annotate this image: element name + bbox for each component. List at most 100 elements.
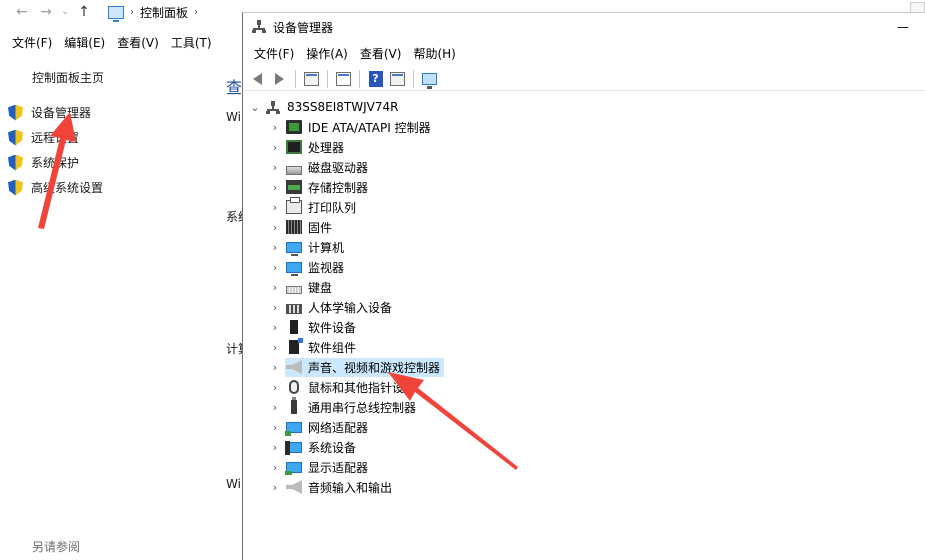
chevron-right-icon[interactable]: › bbox=[270, 261, 280, 274]
disk-drive-icon bbox=[286, 165, 302, 175]
firmware-icon bbox=[286, 220, 302, 234]
sidebar-item-device-manager[interactable]: 设备管理器 bbox=[8, 104, 91, 121]
chevron-right-icon[interactable]: › bbox=[270, 381, 280, 394]
system-device-icon bbox=[285, 440, 302, 455]
sidebar-item-remote-settings[interactable]: 远程设置 bbox=[8, 129, 79, 146]
tree-category-item[interactable]: › 软件组件 bbox=[270, 337, 358, 357]
ide-controller-icon bbox=[286, 120, 302, 134]
tree-category-item[interactable]: › 声音、视频和游戏控制器 bbox=[270, 357, 442, 377]
menu-file[interactable]: 文件(F) bbox=[243, 45, 300, 62]
chevron-right-icon[interactable]: › bbox=[270, 481, 280, 494]
menu-action[interactable]: 操作(A) bbox=[300, 45, 354, 62]
tree-category-item[interactable]: › 网络适配器 bbox=[270, 417, 370, 437]
chevron-right-icon[interactable]: › bbox=[270, 361, 280, 374]
tree-category-item[interactable]: › 人体学输入设备 bbox=[270, 297, 394, 317]
computer-icon bbox=[286, 241, 302, 256]
chevron-right-icon[interactable]: › bbox=[270, 401, 280, 414]
menu-view[interactable]: 查看(V) bbox=[354, 45, 408, 62]
section-label: Wi bbox=[226, 110, 241, 124]
tree-category-label: 固件 bbox=[308, 220, 333, 235]
tree-category-item[interactable]: › 计算机 bbox=[270, 237, 346, 257]
sidebar-item-label: 高级系统设置 bbox=[31, 181, 104, 195]
sidebar-item-system-protection[interactable]: 系统保护 bbox=[8, 154, 79, 171]
tree-category-item[interactable]: › 打印队列 bbox=[270, 197, 358, 217]
up-button[interactable]: ↑ bbox=[72, 0, 96, 24]
chevron-down-icon[interactable]: ⌄ bbox=[250, 101, 260, 114]
menu-tools[interactable]: 工具(T) bbox=[165, 34, 218, 51]
chevron-right-icon: › bbox=[194, 6, 199, 18]
tree-category-label: 通用串行总线控制器 bbox=[308, 400, 417, 415]
title-bar[interactable]: 设备管理器 — bbox=[243, 13, 925, 41]
shield-icon bbox=[8, 180, 23, 196]
tree-category-label: 软件组件 bbox=[308, 340, 357, 355]
scan-hardware-icon[interactable] bbox=[420, 69, 439, 89]
chevron-right-icon[interactable]: › bbox=[270, 241, 280, 254]
chevron-right-icon[interactable]: › bbox=[270, 341, 280, 354]
storage-controller-icon bbox=[286, 180, 302, 194]
tree-root-label: 83SS8EI8TWJV74R bbox=[287, 100, 399, 114]
page-title: 查 bbox=[226, 78, 243, 97]
view-icon[interactable] bbox=[388, 69, 407, 88]
chevron-right-icon[interactable]: › bbox=[270, 441, 280, 454]
chevron-right-icon[interactable]: › bbox=[270, 221, 280, 234]
tree-category-item[interactable]: › 鼠标和其他指针设备 bbox=[270, 377, 418, 397]
menu-help[interactable]: 帮助(H) bbox=[407, 45, 461, 62]
chevron-right-icon[interactable]: › bbox=[270, 461, 280, 474]
tree-category-label: 存储控制器 bbox=[308, 180, 369, 195]
tree-category-item[interactable]: › 处理器 bbox=[270, 137, 346, 157]
usb-icon bbox=[291, 397, 297, 414]
chevron-right-icon[interactable]: › bbox=[270, 201, 280, 214]
forward-icon[interactable] bbox=[270, 69, 289, 88]
tree-category-label: 鼠标和其他指针设备 bbox=[308, 380, 417, 395]
tree-category-item[interactable]: › 键盘 bbox=[270, 277, 334, 297]
chevron-right-icon[interactable]: › bbox=[270, 301, 280, 314]
tree-category-label: 音频输入和输出 bbox=[308, 480, 393, 495]
tree-root[interactable]: ⌄ 83SS8EI8TWJV74R bbox=[250, 97, 400, 117]
tree-category-label: 计算机 bbox=[308, 240, 345, 255]
help-icon[interactable]: ? bbox=[366, 69, 385, 88]
sidebar-item-label: 设备管理器 bbox=[31, 106, 92, 120]
tree-category-label: 打印队列 bbox=[308, 200, 357, 215]
minimize-button[interactable]: — bbox=[896, 13, 910, 41]
chevron-right-icon[interactable]: › bbox=[270, 121, 280, 134]
toolbar-divider bbox=[295, 69, 296, 88]
tree-category-item[interactable]: › 通用串行总线控制器 bbox=[270, 397, 418, 417]
computer-icon bbox=[108, 5, 124, 22]
toolbar-divider bbox=[359, 69, 360, 88]
breadcrumb[interactable]: › 控制面板 › bbox=[108, 1, 248, 23]
tree-category-item[interactable]: › 软件设备 bbox=[270, 317, 358, 337]
chevron-right-icon[interactable]: › bbox=[270, 161, 280, 174]
sound-icon bbox=[286, 360, 302, 374]
control-panel-home-link[interactable]: 控制面板主页 bbox=[32, 69, 104, 86]
chevron-right-icon[interactable]: › bbox=[270, 421, 280, 434]
tree-category-item[interactable]: › 音频输入和输出 bbox=[270, 477, 394, 497]
software-component-icon bbox=[289, 338, 303, 354]
tree-category-item[interactable]: › 显示适配器 bbox=[270, 457, 370, 477]
menu-edit[interactable]: 编辑(E) bbox=[58, 34, 111, 51]
tree-category-item[interactable]: › 系统设备 bbox=[270, 437, 358, 457]
tree-category-item[interactable]: › 存储控制器 bbox=[270, 177, 370, 197]
chevron-right-icon[interactable]: › bbox=[270, 321, 280, 334]
tree-category-item[interactable]: › 磁盘驱动器 bbox=[270, 157, 370, 177]
tree-category-item[interactable]: › 固件 bbox=[270, 217, 334, 237]
tree-category-item[interactable]: › 监视器 bbox=[270, 257, 346, 277]
tree-category-item[interactable]: › IDE ATA/ATAPI 控制器 bbox=[270, 117, 433, 137]
audio-io-icon bbox=[286, 480, 302, 494]
chevron-right-icon[interactable]: › bbox=[270, 181, 280, 194]
hid-icon bbox=[286, 304, 302, 314]
menu-bar: 文件(F) 操作(A) 查看(V) 帮助(H) bbox=[243, 43, 462, 63]
menu-file[interactable]: 文件(F) bbox=[0, 34, 58, 51]
sidebar-item-advanced-settings[interactable]: 高级系统设置 bbox=[8, 179, 103, 196]
update-driver-icon[interactable] bbox=[334, 69, 353, 88]
back-icon[interactable] bbox=[248, 69, 267, 88]
menu-view[interactable]: 查看(V) bbox=[111, 34, 165, 51]
chevron-right-icon[interactable]: › bbox=[270, 281, 280, 294]
back-button[interactable]: ← bbox=[10, 0, 34, 24]
chevron-right-icon[interactable]: › bbox=[270, 141, 280, 154]
breadcrumb-control-panel[interactable]: 控制面板 bbox=[140, 4, 188, 21]
sidebar-item-label: 远程设置 bbox=[31, 131, 80, 145]
recent-dropdown-icon[interactable]: ⌄ bbox=[58, 0, 72, 24]
shield-icon bbox=[8, 155, 23, 171]
properties-icon[interactable] bbox=[302, 69, 321, 88]
forward-button[interactable]: → bbox=[34, 0, 58, 24]
